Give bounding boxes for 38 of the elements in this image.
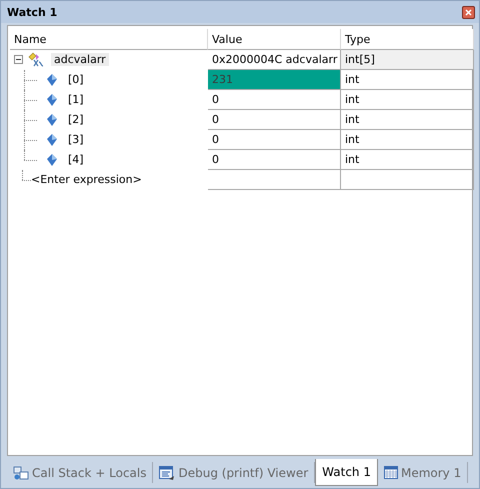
type-cell: int	[341, 110, 474, 130]
diamond-icon	[47, 134, 57, 146]
type-cell: int	[341, 150, 474, 170]
value-cell: 0	[208, 130, 341, 150]
tab[interactable]: Call Stack + Locals	[7, 462, 154, 483]
column-header[interactable]: Value	[208, 29, 341, 50]
value-cell: 231	[208, 70, 341, 90]
diamond-icon	[47, 114, 57, 126]
diamond-icon	[47, 154, 57, 166]
diamond-icon	[47, 74, 57, 86]
expression-field[interactable]: <Enter expression>	[31, 173, 142, 186]
type-cell: int	[341, 70, 474, 90]
type-cell: int	[341, 130, 474, 150]
close-icon	[465, 8, 472, 16]
value-cell: 0	[208, 150, 341, 170]
tab[interactable]: Memory 1	[378, 462, 468, 483]
stack-icon	[13, 466, 29, 480]
column-header[interactable]: Name	[10, 29, 208, 50]
variable-name[interactable]: [4]	[65, 153, 87, 166]
window-title: Watch 1	[7, 6, 58, 18]
diamond-icon	[47, 94, 57, 106]
variable-name[interactable]: adcvalarr	[51, 53, 109, 66]
type-cell: int[5]	[341, 50, 474, 70]
variable-name[interactable]: [1]	[65, 93, 87, 106]
variable-name[interactable]: [2]	[65, 113, 87, 126]
column-header[interactable]: Type	[341, 29, 474, 50]
collapse-icon[interactable]	[14, 55, 23, 64]
value-cell: 0	[208, 110, 341, 130]
tab[interactable]: Debug (printf) Viewer	[153, 462, 316, 483]
console-icon	[159, 466, 176, 480]
grid-icon	[384, 466, 398, 479]
variable-icon	[27, 52, 45, 68]
tab[interactable]: Watch 1	[315, 459, 378, 486]
value-cell: 0	[208, 90, 341, 110]
variable-name[interactable]: [0]	[65, 73, 87, 86]
close-button[interactable]	[462, 6, 475, 18]
type-cell: int	[341, 90, 474, 110]
variable-name[interactable]: [3]	[65, 133, 87, 146]
